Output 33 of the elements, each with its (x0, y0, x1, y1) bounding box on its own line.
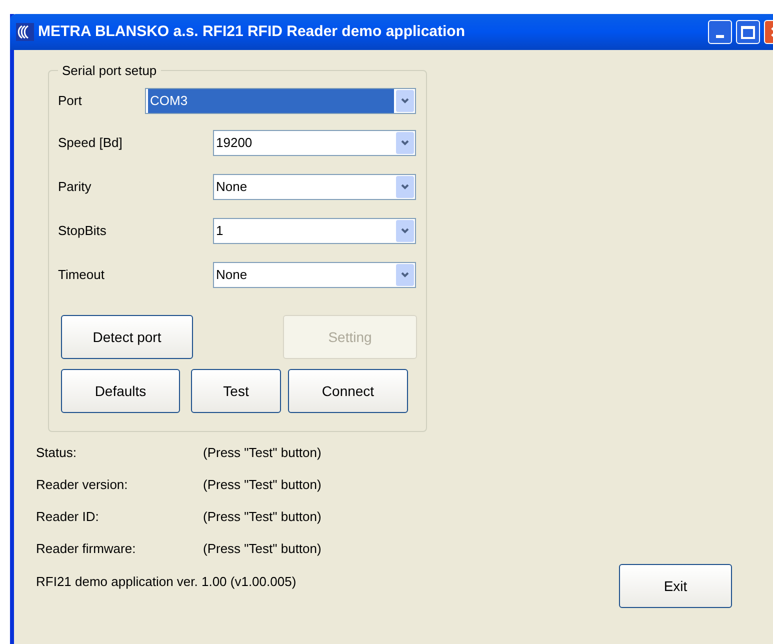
info-value: (Press "Test" button) (203, 540, 322, 558)
push-button[interactable]: Test (191, 369, 281, 413)
dropdown-field[interactable]: COM3 (145, 88, 416, 114)
info-label: Status: (36, 444, 78, 462)
maximize-button[interactable] (736, 20, 760, 44)
window-title: METRA BLANSKO a.s. RFI21 RFID Reader demo application (38, 22, 466, 42)
version-text: RFI21 demo application ver. 1.00 (v1.00.005) (36, 573, 296, 590)
info-label: Reader ID: (36, 508, 100, 526)
dropdown-field[interactable]: 1 (213, 218, 416, 244)
field-label: Timeout (58, 266, 106, 284)
field-value: 19200 (215, 134, 254, 152)
field-value: 1 (215, 222, 224, 240)
field-value: COM3 (148, 89, 394, 113)
info-label: Reader version: (36, 476, 129, 494)
info-value: (Press "Test" button) (203, 476, 322, 494)
push-button[interactable]: Detect port (61, 315, 193, 359)
info-label: Reader firmware: (36, 540, 137, 558)
field-value: None (215, 178, 248, 196)
dropdown-field[interactable]: None (213, 174, 416, 200)
push-button[interactable]: Connect (288, 369, 408, 413)
field-label: Parity (58, 178, 92, 196)
field-label: StopBits (58, 222, 108, 240)
push-button[interactable]: Exit (619, 564, 732, 608)
push-button[interactable]: Defaults (61, 369, 180, 413)
field-value: None (215, 266, 248, 284)
dropdown-field[interactable]: None (213, 262, 416, 288)
info-value: (Press "Test" button) (203, 508, 322, 526)
dropdown-field[interactable]: 19200 (213, 130, 416, 156)
field-label: Port (58, 92, 83, 110)
minimize-button[interactable] (708, 20, 732, 44)
info-value: (Press "Test" button) (203, 444, 322, 462)
app-icon (16, 23, 34, 41)
field-label: Speed [Bd] (58, 134, 124, 152)
